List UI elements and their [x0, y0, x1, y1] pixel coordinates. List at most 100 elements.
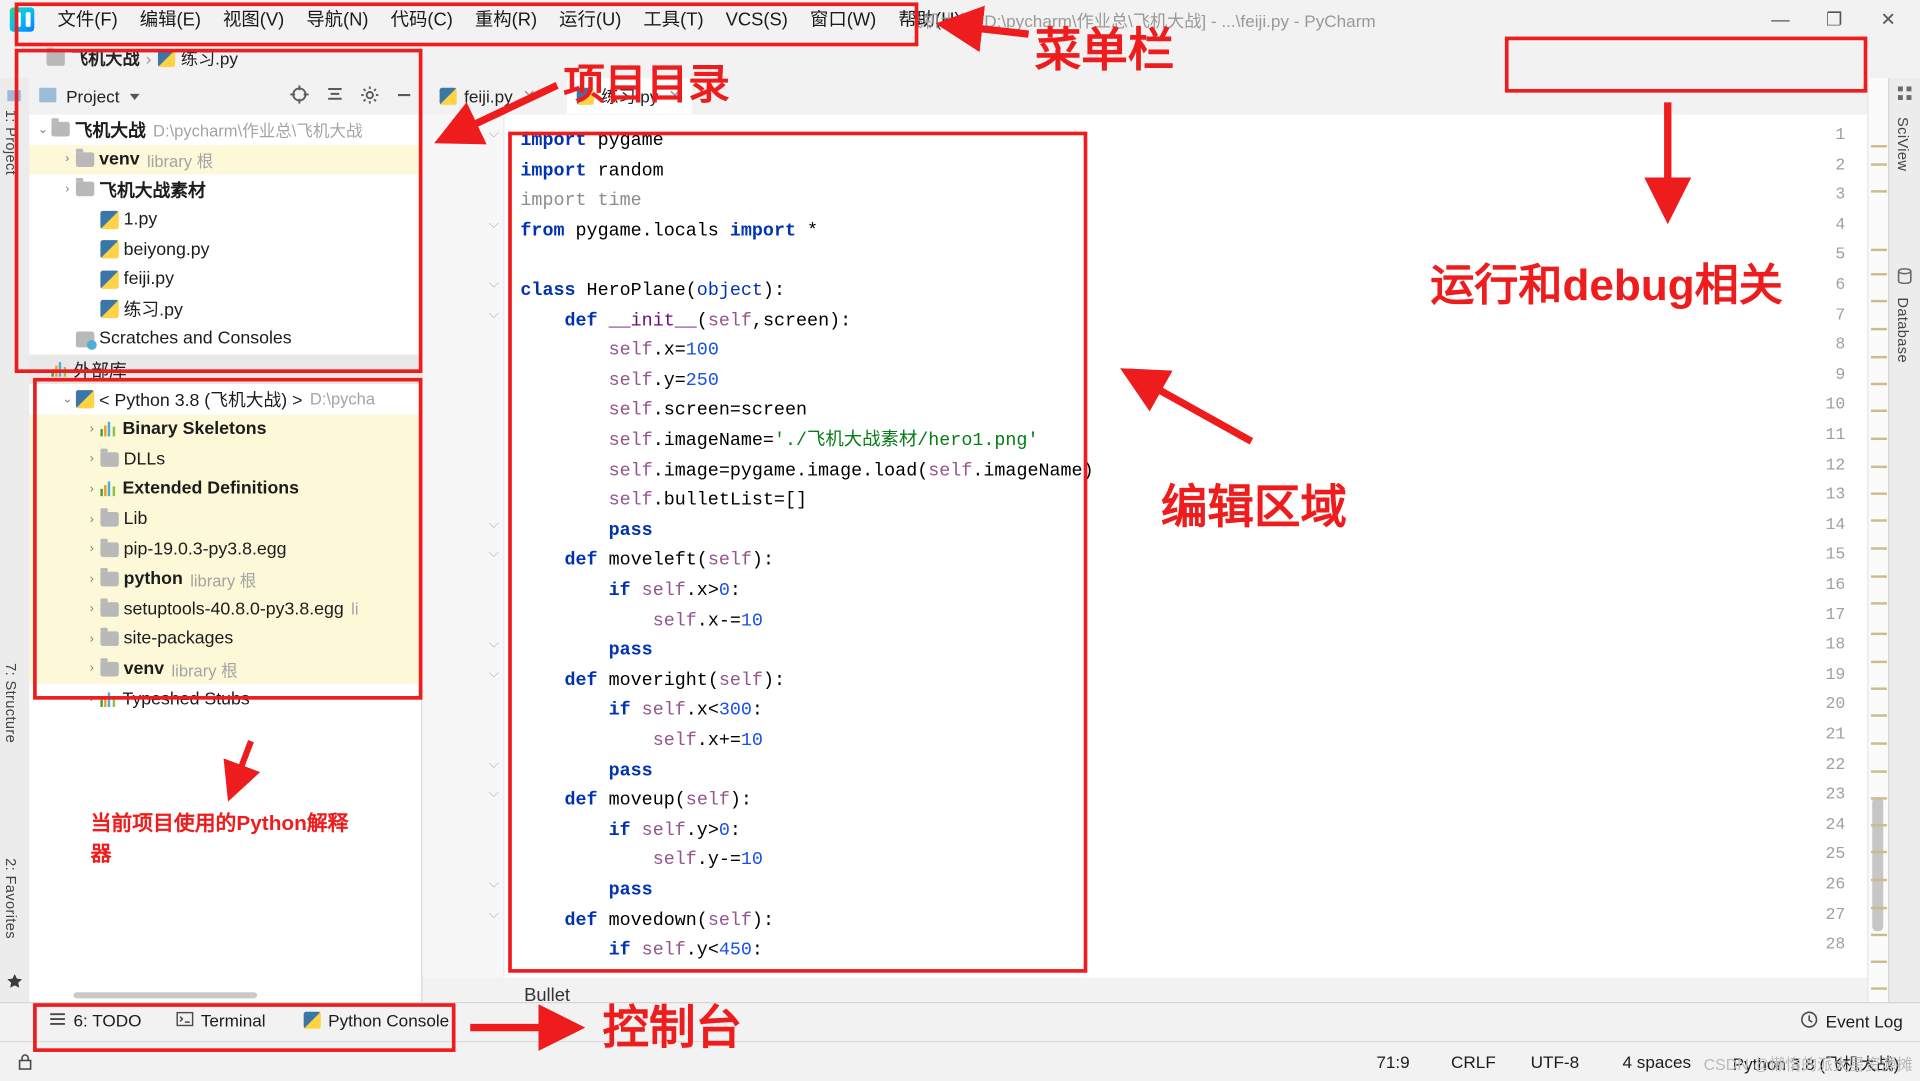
chevron-down-icon[interactable]: ⌄: [34, 363, 51, 376]
code-line[interactable]: if self.x>0:: [520, 577, 741, 607]
tool-window-todo[interactable]: 6: TODO: [49, 1011, 141, 1030]
line-separator[interactable]: CRLF: [1451, 1052, 1496, 1072]
tool-window-python-console[interactable]: Python Console: [303, 1011, 449, 1030]
editor-scrollbar-thumb[interactable]: [1872, 797, 1884, 932]
code-line[interactable]: pass: [520, 637, 653, 667]
code-line[interactable]: self.image=pygame.image.load(self.imageN…: [520, 457, 1094, 487]
tree-node-setuptools-egg[interactable]: › setuptools-40.8.0-py3.8.egg li: [29, 594, 422, 625]
breadcrumb-project[interactable]: 飞机大战: [71, 46, 140, 70]
code-fold-marker[interactable]: ⌵: [489, 668, 499, 683]
project-view-chevron-down-icon[interactable]: [129, 93, 140, 100]
code-line[interactable]: pass: [520, 517, 653, 547]
chevron-right-icon[interactable]: ›: [59, 153, 76, 166]
code-fold-marker[interactable]: ⌵: [489, 548, 499, 563]
code-editor[interactable]: 1 ⌵ import pygame 2 import random 3 import tim…: [422, 114, 1868, 978]
close-icon[interactable]: ✕: [668, 87, 681, 107]
tree-node-python[interactable]: › python library 根: [29, 564, 422, 595]
chevron-right-icon[interactable]: ›: [83, 573, 100, 586]
sidebar-item-favorites[interactable]: 2: Favorites: [2, 858, 19, 939]
tree-node-1-py[interactable]: 1.py: [29, 205, 421, 235]
tree-node-dlls[interactable]: › DLLs: [29, 444, 422, 475]
collapse-all-icon[interactable]: [324, 84, 345, 111]
menu-refactor[interactable]: 重构(R): [464, 5, 548, 37]
indent-setting[interactable]: 4 spaces: [1622, 1052, 1691, 1072]
grid-icon[interactable]: [1897, 85, 1914, 102]
tree-node-external-libraries[interactable]: ⌄ 外部库: [29, 354, 422, 385]
code-line[interactable]: self.x+=10: [520, 727, 763, 757]
code-line[interactable]: def moveup(self):: [520, 786, 752, 816]
code-fold-marker[interactable]: ⌵: [489, 308, 499, 323]
menu-file[interactable]: 文件(F): [47, 5, 129, 37]
chevron-right-icon[interactable]: ›: [83, 633, 100, 646]
sidebar-item-project[interactable]: 1: Project: [2, 110, 19, 175]
gear-icon[interactable]: [360, 85, 380, 111]
menu-view[interactable]: 视图(V): [212, 5, 295, 37]
breadcrumb[interactable]: 飞机大战 › 练习.py: [46, 46, 238, 70]
tree-node-venv-lib[interactable]: › venv library 根: [29, 654, 422, 685]
code-fold-marker[interactable]: ⌵: [489, 908, 499, 923]
code-fold-marker[interactable]: ⌵: [489, 518, 499, 533]
code-line[interactable]: if self.y>0:: [520, 816, 741, 846]
window-controls[interactable]: — ❐ ✕: [1753, 0, 1915, 39]
scroll-from-source-icon[interactable]: [289, 84, 310, 111]
star-icon[interactable]: [6, 973, 23, 990]
code-fold-marker[interactable]: ⌵: [489, 128, 499, 143]
chevron-right-icon[interactable]: ›: [83, 662, 100, 675]
tree-node-venv[interactable]: › venv library 根: [29, 144, 422, 175]
tool-window-terminal[interactable]: Terminal: [176, 1011, 266, 1030]
chevron-down-icon[interactable]: ⌄: [59, 393, 76, 406]
code-line[interactable]: self.bulletList=[]: [520, 487, 807, 517]
project-horizontal-scrollbar[interactable]: [73, 992, 258, 999]
chevron-right-icon[interactable]: ›: [83, 692, 100, 705]
chevron-right-icon[interactable]: ›: [83, 603, 100, 616]
close-button[interactable]: ✕: [1861, 0, 1915, 39]
tree-node-lib[interactable]: › Lib: [29, 504, 422, 535]
database-icon[interactable]: [1897, 267, 1914, 285]
close-icon[interactable]: ✕: [522, 87, 535, 107]
project-panel-actions[interactable]: [289, 84, 414, 111]
code-fold-marker[interactable]: ⌵: [489, 218, 499, 233]
code-line[interactable]: def __init__(self,screen):: [520, 307, 852, 337]
tree-node-scratches[interactable]: Scratches and Consoles: [29, 324, 421, 354]
code-line[interactable]: import time: [520, 187, 641, 217]
file-encoding[interactable]: UTF-8: [1531, 1052, 1580, 1072]
code-fold-marker[interactable]: ⌵: [489, 788, 499, 803]
chevron-right-icon[interactable]: ›: [59, 183, 76, 196]
caret-position[interactable]: 71:9: [1376, 1052, 1409, 1072]
editor-tab-lianxi[interactable]: 练习.py ✕: [566, 78, 692, 118]
tree-node-lianxi-py[interactable]: 练习.py: [29, 294, 421, 324]
tree-node-site-packages[interactable]: › site-packages: [29, 624, 422, 655]
chevron-right-icon[interactable]: ›: [83, 543, 100, 556]
code-line[interactable]: pass: [520, 876, 653, 906]
code-line[interactable]: self.imageName='./飞机大战素材/hero1.png': [520, 427, 1039, 457]
chevron-right-icon[interactable]: ›: [83, 453, 100, 466]
chevron-right-icon[interactable]: ›: [83, 483, 100, 496]
editor-tabs[interactable]: feiji.py ✕ 练习.py ✕: [422, 78, 1868, 118]
menu-edit[interactable]: 编辑(E): [129, 5, 212, 37]
menu-tools[interactable]: 工具(T): [632, 5, 714, 37]
menu-run[interactable]: 运行(U): [548, 5, 632, 37]
tree-node-feiji-py[interactable]: feiji.py: [29, 264, 421, 294]
sidebar-item-sciview[interactable]: SciView: [1894, 117, 1911, 171]
code-fold-marker[interactable]: ⌵: [489, 638, 499, 653]
code-line[interactable]: class HeroPlane(object):: [520, 277, 785, 307]
tree-node-extended-definitions[interactable]: › Extended Definitions: [29, 474, 422, 505]
code-line[interactable]: self.y=250: [520, 367, 719, 397]
code-line[interactable]: import pygame: [520, 127, 663, 157]
chevron-right-icon[interactable]: ›: [83, 423, 100, 436]
breadcrumb-file[interactable]: 练习.py: [181, 46, 238, 70]
sidebar-item-database[interactable]: Database: [1894, 297, 1911, 363]
hide-icon[interactable]: [394, 85, 414, 111]
code-fold-marker[interactable]: ⌵: [489, 278, 499, 293]
tree-node-python-sdk[interactable]: ⌄ < Python 3.8 (飞机大战) > D:\pycha: [29, 384, 421, 414]
editor-marker-strip[interactable]: [1867, 78, 1891, 1002]
minimize-button[interactable]: —: [1753, 0, 1807, 39]
tree-node-binary-skeletons[interactable]: › Binary Skeletons: [29, 414, 422, 445]
code-fold-marker[interactable]: ⌵: [489, 758, 499, 773]
code-line[interactable]: pass: [520, 756, 653, 786]
menu-navigate[interactable]: 导航(N): [295, 5, 379, 37]
code-line[interactable]: self.screen=screen: [520, 397, 807, 427]
code-fold-marker[interactable]: ⌵: [489, 878, 499, 893]
code-line[interactable]: if self.y<450:: [520, 936, 763, 966]
code-line[interactable]: if self.x<300:: [520, 697, 763, 727]
